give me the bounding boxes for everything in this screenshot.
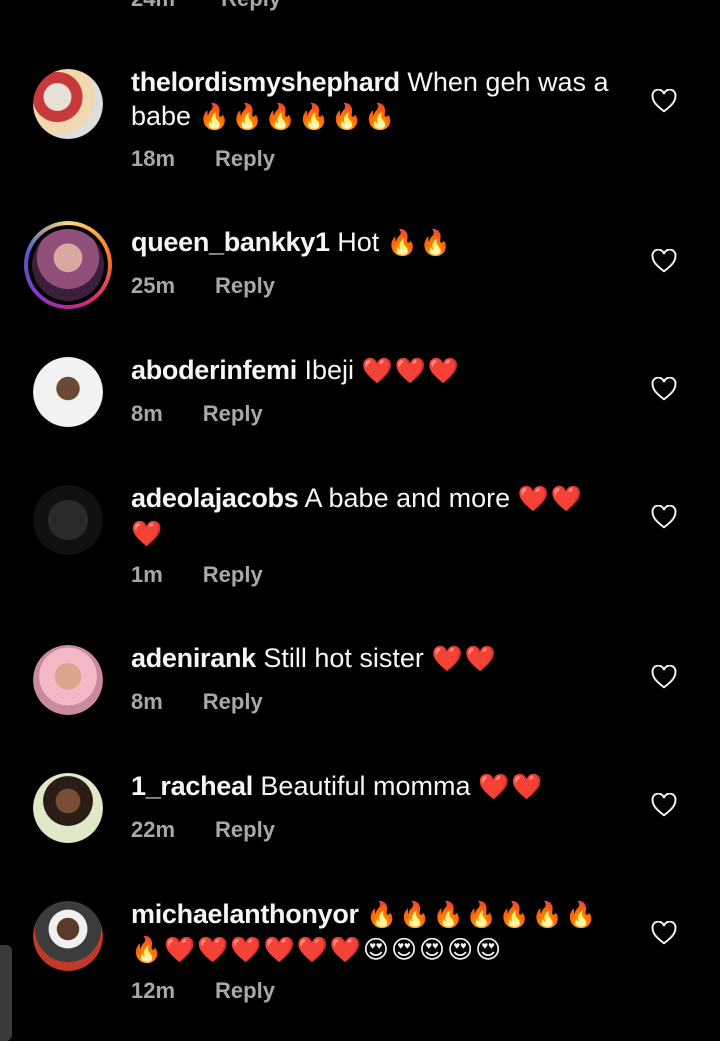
comment-text: 1_racheal Beautiful momma ❤️❤️ [131, 769, 611, 804]
comment-meta: 8m Reply [131, 689, 263, 715]
comment-text: adenirank Still hot sister ❤️❤️ [131, 641, 611, 676]
avatar[interactable] [33, 773, 103, 843]
comment-username[interactable]: adenirank [131, 643, 256, 673]
avatar-story-ring[interactable] [24, 221, 112, 309]
heart-outline-icon[interactable] [651, 793, 677, 817]
comment-username[interactable]: adeolajacobs [131, 483, 299, 513]
comment-emoji: ❤️❤️ [431, 644, 498, 673]
partial-comment-meta: 24m Reply [131, 0, 321, 12]
comment-meta: 25m Reply [131, 273, 275, 299]
heart-outline-icon[interactable] [651, 249, 677, 273]
comment-message: Hot [337, 227, 380, 257]
comment-text: queen_bankky1 Hot 🔥🔥 [131, 225, 611, 260]
comment-message: A babe and more [304, 483, 511, 513]
comment-emoji: 🔥🔥🔥🔥🔥🔥 [198, 102, 398, 131]
reply-button[interactable]: Reply [215, 817, 275, 842]
avatar[interactable] [33, 485, 103, 555]
comment-text: adeolajacobs A babe and more ❤️❤️❤️ [131, 481, 611, 551]
comment-username[interactable]: queen_bankky1 [131, 227, 330, 257]
comment-emoji: ❤️❤️ [478, 772, 545, 801]
comment-message: Still hot sister [263, 643, 424, 673]
comment-time: 8m [131, 401, 163, 426]
comment-username[interactable]: michaelanthonyor [131, 899, 359, 929]
comment-text: michaelanthonyor 🔥🔥🔥🔥🔥🔥🔥🔥❤️❤️❤️❤️❤️❤️😍😍😍… [131, 897, 611, 967]
reply-button[interactable]: Reply [215, 146, 275, 171]
comment-message: Beautiful momma [260, 771, 471, 801]
comment-username[interactable]: 1_racheal [131, 771, 253, 801]
heart-outline-icon[interactable] [651, 665, 677, 689]
heart-outline-icon[interactable] [651, 89, 677, 113]
comment-time: 24m [131, 0, 175, 11]
comment-text: thelordismyshephard When geh was a babe … [131, 65, 611, 134]
avatar[interactable] [33, 645, 103, 715]
comment-meta: 1m Reply [131, 562, 263, 588]
reply-button[interactable]: Reply [203, 689, 263, 714]
comment-time: 1m [131, 562, 163, 587]
comment-meta: 8m Reply [131, 401, 263, 427]
heart-outline-icon[interactable] [651, 921, 677, 945]
scroll-handle[interactable] [0, 945, 12, 1041]
comment-username[interactable]: aboderinfemi [131, 355, 297, 385]
comment-meta: 22m Reply [131, 817, 275, 843]
heart-outline-icon[interactable] [651, 505, 677, 529]
avatar[interactable] [33, 357, 103, 427]
comment-emoji: 🔥🔥 [386, 228, 454, 257]
heart-outline-icon[interactable] [651, 377, 677, 401]
comment-time: 8m [131, 689, 163, 714]
comment-time: 12m [131, 978, 176, 1003]
reply-button[interactable]: Reply [221, 0, 281, 11]
comment-time: 22m [131, 817, 176, 842]
reply-button[interactable]: Reply [215, 978, 275, 1003]
comment-meta: 12m Reply [131, 978, 275, 1004]
comment-meta: 18m Reply [131, 146, 275, 172]
comment-username[interactable]: thelordismyshephard [131, 67, 400, 97]
reply-button[interactable]: Reply [215, 273, 275, 298]
reply-button[interactable]: Reply [203, 401, 263, 426]
comment-time: 25m [131, 273, 176, 298]
comment-time: 18m [131, 146, 176, 171]
reply-button[interactable]: Reply [203, 562, 263, 587]
comment-emoji: ❤️❤️❤️ [361, 356, 461, 385]
comment-message: Ibeji [304, 355, 354, 385]
comment-text: aboderinfemi Ibeji ❤️❤️❤️ [131, 353, 611, 388]
avatar[interactable] [33, 901, 103, 971]
avatar[interactable] [33, 69, 103, 139]
